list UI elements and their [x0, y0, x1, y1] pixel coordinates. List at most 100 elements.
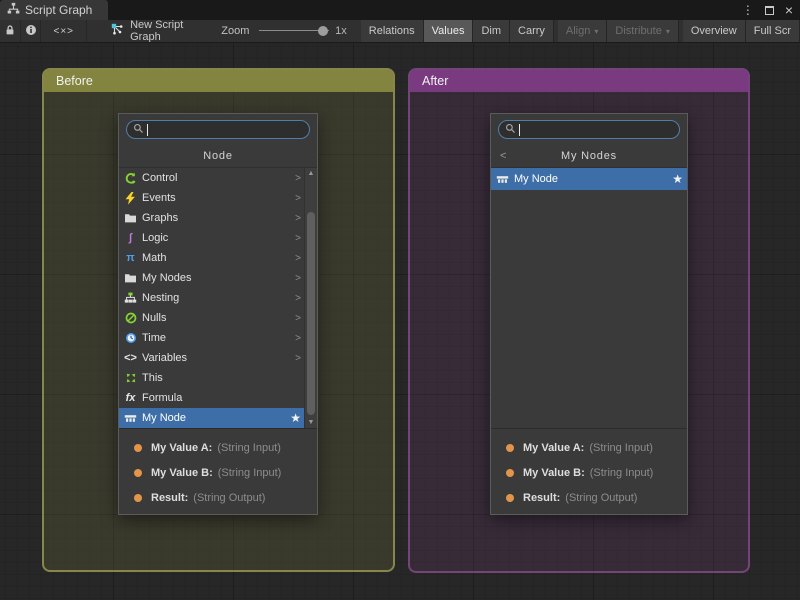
list-item-label: Control — [142, 172, 291, 184]
favorite-star-icon[interactable]: ★ — [672, 172, 683, 186]
list-item-my-node[interactable]: My Node ★ — [119, 408, 317, 428]
toolbar-button-overview[interactable]: Overview — [683, 20, 746, 42]
zoom-slider-knob[interactable] — [318, 26, 328, 36]
list-item-label: My Nodes — [142, 272, 291, 284]
zoom-label: Zoom — [221, 25, 249, 37]
port-row-my-value-b: My Value B:(String Input) — [491, 460, 687, 485]
port-label: My Value A: — [151, 442, 212, 454]
events-icon — [123, 192, 138, 205]
this-icon — [123, 372, 138, 384]
toolbar-button-dim[interactable]: Dim — [473, 20, 510, 42]
list-item-variables[interactable]: <>Variables> — [119, 348, 317, 368]
chevron-right-icon: > — [295, 333, 301, 344]
toolbar-button-relations[interactable]: Relations — [361, 20, 424, 42]
favorite-star-icon[interactable]: ★ — [290, 411, 301, 425]
port-dot[interactable] — [506, 469, 514, 477]
info-icon — [25, 24, 37, 39]
node-icon — [495, 174, 510, 185]
toolbar-button-label: Align — [566, 25, 590, 37]
list-item-events[interactable]: Events > — [119, 188, 317, 208]
list-item-graphs[interactable]: Graphs > — [119, 208, 317, 228]
kebab-menu-icon[interactable]: ⋮ — [742, 4, 754, 16]
scrollbar[interactable]: ▲ ▼ — [304, 168, 317, 428]
folder-icon — [123, 272, 138, 284]
search-input[interactable] — [126, 120, 310, 139]
back-chevron-icon[interactable]: < — [500, 150, 506, 162]
port-row-result: Result:(String Output) — [119, 485, 317, 510]
toolbar-button-distribute: Distribute▾ — [607, 20, 678, 42]
zoom-value: 1x — [335, 25, 347, 37]
inspect-code-button[interactable]: <×> — [41, 20, 87, 42]
maximize-icon[interactable] — [765, 6, 774, 15]
port-type: (String Input) — [589, 442, 653, 454]
scrollbar-thumb[interactable] — [307, 212, 315, 415]
toolbar-button-label: Overview — [691, 25, 737, 37]
chevron-right-icon: > — [295, 253, 301, 264]
close-icon[interactable]: × — [785, 3, 793, 17]
toolbar-toggle-buttons: Relations Values Dim Carry Align ▾ Distribute▾… — [361, 20, 800, 42]
chevron-down-icon: ▾ — [594, 27, 598, 36]
toolbar-button-label: Dim — [481, 25, 501, 37]
scroll-down-button[interactable]: ▼ — [305, 417, 317, 428]
list-item-control[interactable]: Control> — [119, 168, 317, 188]
list-item-nulls[interactable]: Nulls> — [119, 308, 317, 328]
list-item-label: This — [142, 372, 301, 384]
new-graph-icon — [111, 23, 124, 39]
code-icon: <×> — [53, 26, 74, 37]
chevron-right-icon: > — [295, 233, 301, 244]
group-before-header[interactable]: Before — [44, 70, 393, 92]
graph-canvas[interactable]: Before After Node Control>Events>Graphs>… — [0, 43, 800, 600]
list-item-label: Nesting — [142, 292, 291, 304]
port-row-my-value-a: My Value A:(String Input) — [491, 435, 687, 460]
list-item-math[interactable]: πMath> — [119, 248, 317, 268]
finder-header: Node — [119, 144, 317, 167]
port-dot[interactable] — [506, 444, 514, 452]
port-row-result: Result:(String Output) — [491, 485, 687, 510]
port-dot[interactable] — [134, 494, 142, 502]
list-item-my-nodes[interactable]: My Nodes> — [119, 268, 317, 288]
lock-button[interactable] — [0, 20, 21, 42]
info-button[interactable] — [21, 20, 42, 42]
chevron-right-icon: > — [295, 213, 301, 224]
script-graph-icon — [7, 2, 20, 18]
chevron-right-icon: > — [295, 193, 301, 204]
toolbar-button-full-scr[interactable]: Full Scr — [746, 20, 800, 42]
finder-header-title: Node — [203, 150, 233, 162]
list-item-label: Logic — [142, 232, 291, 244]
port-type: (String Input) — [218, 467, 282, 479]
list-item-time[interactable]: Time > — [119, 328, 317, 348]
list-item-this[interactable]: This — [119, 368, 317, 388]
toolbar-button-label: Relations — [369, 25, 415, 37]
new-script-graph-button[interactable]: New Script Graph — [101, 20, 201, 42]
nulls-icon — [123, 312, 138, 324]
formula-icon: fx — [123, 393, 138, 404]
port-dot[interactable] — [134, 469, 142, 477]
finder-header-title: My Nodes — [561, 150, 617, 162]
search-area — [491, 114, 687, 144]
port-dot[interactable] — [506, 494, 514, 502]
search-input[interactable] — [498, 120, 680, 139]
tab-script-graph[interactable]: Script Graph — [0, 0, 108, 20]
list-item-label: Time — [142, 332, 291, 344]
list-item-label: My Node — [142, 412, 286, 424]
node-ports: My Value A:(String Input)My Value B:(Str… — [119, 428, 317, 514]
tab-title: Script Graph — [25, 3, 92, 17]
zoom-slider[interactable] — [259, 25, 329, 37]
list-item-label: Events — [142, 192, 291, 204]
text-caret — [519, 124, 520, 136]
toolbar-button-label: Distribute — [615, 25, 661, 37]
list-item-logic[interactable]: ʃLogic> — [119, 228, 317, 248]
list-item-nesting[interactable]: Nesting> — [119, 288, 317, 308]
port-dot[interactable] — [134, 444, 142, 452]
control-icon — [123, 172, 138, 185]
list-item-label: Math — [142, 252, 291, 264]
list-item-formula[interactable]: fxFormula — [119, 388, 317, 408]
group-after-header[interactable]: After — [410, 70, 748, 92]
toolbar-button-align: Align ▾ — [558, 20, 607, 42]
scrollbar-track[interactable] — [305, 179, 317, 417]
list-item-my-node[interactable]: My Node★ — [491, 168, 687, 190]
list-item-label: Graphs — [142, 212, 291, 224]
toolbar-button-values[interactable]: Values — [424, 20, 474, 42]
toolbar-button-carry[interactable]: Carry — [510, 20, 554, 42]
scroll-up-button[interactable]: ▲ — [305, 168, 317, 179]
